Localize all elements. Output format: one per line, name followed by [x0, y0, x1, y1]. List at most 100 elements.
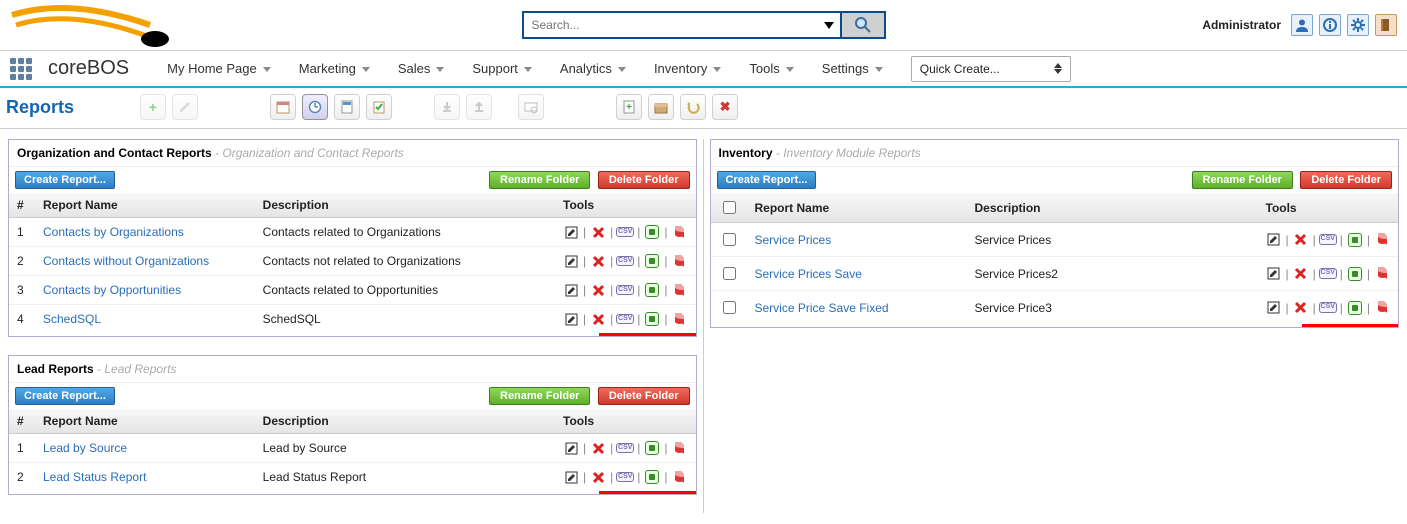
edit-report-icon[interactable]: [1266, 233, 1282, 247]
report-link[interactable]: Service Prices Save: [755, 267, 862, 281]
clock-icon[interactable]: [302, 94, 328, 120]
export-csv-icon[interactable]: CSV: [1320, 233, 1336, 247]
delete-folder-button[interactable]: Delete Folder: [598, 387, 690, 405]
report-link[interactable]: Service Prices: [755, 233, 832, 247]
report-link[interactable]: Service Price Save Fixed: [755, 301, 889, 315]
row-checkbox[interactable]: [723, 301, 736, 314]
clipboard-icon[interactable]: [366, 94, 392, 120]
user-icon[interactable]: [1291, 14, 1313, 36]
delete-report-icon[interactable]: [590, 225, 606, 239]
delete-report-icon[interactable]: [590, 470, 606, 484]
export-pdf-icon[interactable]: [1374, 267, 1390, 281]
delete-report-icon[interactable]: [1293, 267, 1309, 281]
import-icon[interactable]: [434, 94, 460, 120]
row-checkbox[interactable]: [723, 267, 736, 280]
edit-report-icon[interactable]: [1266, 267, 1282, 281]
delete-icon[interactable]: ✖: [712, 94, 738, 120]
nav-item-inventory[interactable]: Inventory: [640, 51, 735, 86]
report-link[interactable]: Contacts without Organizations: [43, 254, 209, 268]
export-csv-icon[interactable]: CSV: [617, 312, 633, 326]
report-link[interactable]: Lead Status Report: [43, 470, 146, 484]
edit-report-icon[interactable]: [563, 312, 579, 326]
delete-folder-button[interactable]: Delete Folder: [1300, 171, 1392, 189]
report-link[interactable]: Contacts by Opportunities: [43, 283, 181, 297]
export-xls-icon[interactable]: [644, 283, 660, 297]
nav-item-settings[interactable]: Settings: [808, 51, 897, 86]
export-icon[interactable]: [466, 94, 492, 120]
export-xls-icon[interactable]: [644, 312, 660, 326]
edit-report-icon[interactable]: [563, 254, 579, 268]
nav-item-sales[interactable]: Sales: [384, 51, 459, 86]
delete-report-icon[interactable]: [590, 254, 606, 268]
create-report-button[interactable]: Create Report...: [15, 171, 115, 189]
calculator-icon[interactable]: [334, 94, 360, 120]
search-input[interactable]: [530, 17, 824, 33]
info-icon[interactable]: [1319, 14, 1341, 36]
add-button[interactable]: +: [140, 94, 166, 120]
select-all-checkbox[interactable]: [723, 201, 736, 214]
delete-report-icon[interactable]: [590, 283, 606, 297]
quick-create-select[interactable]: Quick Create...: [911, 56, 1071, 82]
export-pdf-icon[interactable]: [672, 470, 688, 484]
export-pdf-icon[interactable]: [1374, 233, 1390, 247]
row-checkbox[interactable]: [723, 233, 736, 246]
export-pdf-icon[interactable]: [672, 225, 688, 239]
new-doc-icon[interactable]: +: [616, 94, 642, 120]
export-pdf-icon[interactable]: [672, 312, 688, 326]
export-xls-icon[interactable]: [1347, 267, 1363, 281]
export-csv-icon[interactable]: CSV: [617, 470, 633, 484]
gear-icon[interactable]: [1347, 14, 1369, 36]
export-csv-icon[interactable]: CSV: [617, 283, 633, 297]
search-button[interactable]: [842, 11, 886, 39]
edit-report-icon[interactable]: [563, 225, 579, 239]
edit-report-icon[interactable]: [563, 283, 579, 297]
create-report-button[interactable]: Create Report...: [15, 387, 115, 405]
rename-folder-button[interactable]: Rename Folder: [489, 171, 590, 189]
create-report-button[interactable]: Create Report...: [717, 171, 817, 189]
box-icon[interactable]: [648, 94, 674, 120]
report-link[interactable]: Lead by Source: [43, 441, 127, 455]
delete-report-icon[interactable]: [1293, 301, 1309, 315]
export-xls-icon[interactable]: [644, 470, 660, 484]
export-pdf-icon[interactable]: [672, 441, 688, 455]
export-csv-icon[interactable]: CSV: [617, 254, 633, 268]
calendar-icon[interactable]: [270, 94, 296, 120]
undo-icon[interactable]: [680, 94, 706, 120]
edit-button[interactable]: [172, 94, 198, 120]
search-dropdown-icon[interactable]: [824, 22, 834, 29]
export-csv-icon[interactable]: CSV: [1320, 301, 1336, 315]
rename-folder-button[interactable]: Rename Folder: [1192, 171, 1293, 189]
export-xls-icon[interactable]: [644, 441, 660, 455]
export-xls-icon[interactable]: [644, 254, 660, 268]
chevron-down-icon: [524, 67, 532, 72]
nav-item-tools[interactable]: Tools: [735, 51, 807, 86]
export-xls-icon[interactable]: [1347, 233, 1363, 247]
nav-item-analytics[interactable]: Analytics: [546, 51, 640, 86]
nav-item-my-home-page[interactable]: My Home Page: [153, 51, 285, 86]
export-pdf-icon[interactable]: [1374, 301, 1390, 315]
report-link[interactable]: SchedSQL: [43, 312, 101, 326]
edit-report-icon[interactable]: [563, 441, 579, 455]
edit-report-icon[interactable]: [563, 470, 579, 484]
export-csv-icon[interactable]: CSV: [617, 441, 633, 455]
delete-report-icon[interactable]: [590, 441, 606, 455]
nav-item-marketing[interactable]: Marketing: [285, 51, 384, 86]
nav-item-support[interactable]: Support: [458, 51, 546, 86]
delete-report-icon[interactable]: [1293, 233, 1309, 247]
export-pdf-icon[interactable]: [672, 283, 688, 297]
report-link[interactable]: Contacts by Organizations: [43, 225, 184, 239]
export-csv-icon[interactable]: CSV: [1320, 267, 1336, 281]
export-xls-icon[interactable]: [1347, 301, 1363, 315]
export-csv-icon[interactable]: CSV: [617, 225, 633, 239]
rename-folder-button[interactable]: Rename Folder: [489, 387, 590, 405]
logout-icon[interactable]: [1375, 14, 1397, 36]
edit-report-icon[interactable]: [1266, 301, 1282, 315]
search-box[interactable]: [522, 11, 842, 39]
nav-item-label: Inventory: [654, 61, 707, 76]
apps-grid-icon[interactable]: [8, 56, 34, 82]
export-pdf-icon[interactable]: [672, 254, 688, 268]
delete-folder-button[interactable]: Delete Folder: [598, 171, 690, 189]
export-xls-icon[interactable]: [644, 225, 660, 239]
preview-icon[interactable]: [518, 94, 544, 120]
delete-report-icon[interactable]: [590, 312, 606, 326]
